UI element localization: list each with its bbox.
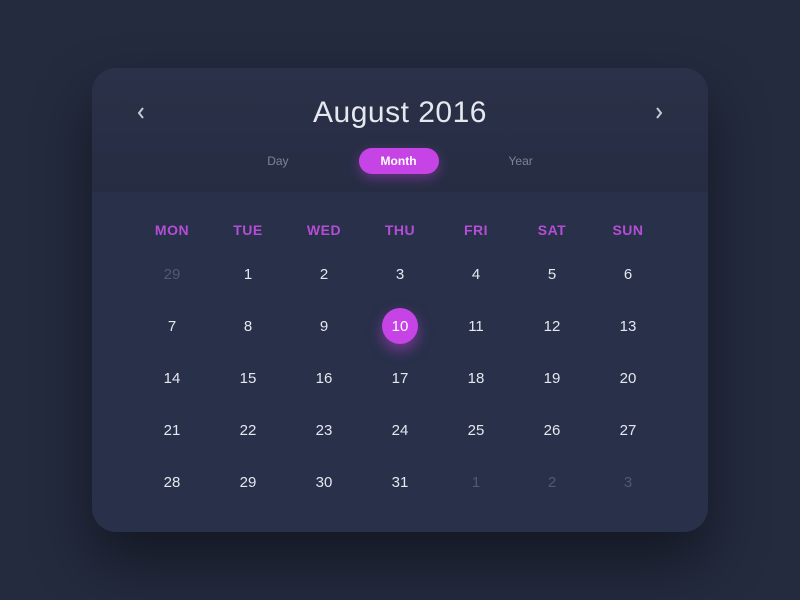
month-year-title: August 2016: [313, 96, 487, 130]
day-cell[interactable]: 30: [286, 466, 362, 498]
dayname: WED: [286, 222, 362, 238]
dayname: SUN: [590, 222, 666, 238]
day-cell[interactable]: 31: [362, 466, 438, 498]
day-cell[interactable]: 12: [514, 310, 590, 342]
day-cell[interactable]: 8: [210, 310, 286, 342]
day-cell[interactable]: 26: [514, 414, 590, 446]
day-cell[interactable]: 23: [286, 414, 362, 446]
day-cell[interactable]: 16: [286, 362, 362, 394]
tab-year[interactable]: Year: [509, 154, 533, 168]
next-month-button[interactable]: [650, 104, 668, 122]
title-row: August 2016: [132, 96, 668, 130]
dayname: MON: [134, 222, 210, 238]
calendar-card: August 2016 Day Month Year MONTUEWEDTHUFRI…: [92, 68, 708, 532]
day-cell[interactable]: 6: [590, 258, 666, 290]
day-cell[interactable]: 27: [590, 414, 666, 446]
day-cell[interactable]: 22: [210, 414, 286, 446]
day-cell[interactable]: 9: [286, 310, 362, 342]
prev-month-button[interactable]: [132, 104, 150, 122]
day-cell[interactable]: 1: [210, 258, 286, 290]
calendar-body: MONTUEWEDTHUFRISATSUN2912345678910111213…: [92, 192, 708, 532]
day-cell[interactable]: 11: [438, 310, 514, 342]
day-cell[interactable]: 7: [134, 310, 210, 342]
day-cell[interactable]: 19: [514, 362, 590, 394]
day-cell[interactable]: 25: [438, 414, 514, 446]
day-cell[interactable]: 3: [590, 466, 666, 498]
day-cell[interactable]: 4: [438, 258, 514, 290]
chevron-right-icon: [654, 106, 664, 120]
chevron-left-icon: [136, 106, 146, 120]
day-cell[interactable]: 29: [134, 258, 210, 290]
view-tabs: Day Month Year: [132, 148, 668, 174]
day-cell[interactable]: 17: [362, 362, 438, 394]
dayname: SAT: [514, 222, 590, 238]
day-cell[interactable]: 3: [362, 258, 438, 290]
day-cell[interactable]: 28: [134, 466, 210, 498]
dayname: TUE: [210, 222, 286, 238]
dayname: THU: [362, 222, 438, 238]
tab-day[interactable]: Day: [267, 154, 288, 168]
day-cell[interactable]: 15: [210, 362, 286, 394]
day-cell[interactable]: 24: [362, 414, 438, 446]
calendar-header: August 2016 Day Month Year: [92, 68, 708, 192]
day-cell[interactable]: 10: [362, 310, 438, 342]
day-cell[interactable]: 29: [210, 466, 286, 498]
day-cell[interactable]: 2: [286, 258, 362, 290]
day-cell[interactable]: 2: [514, 466, 590, 498]
day-cell[interactable]: 13: [590, 310, 666, 342]
tab-month[interactable]: Month: [359, 148, 439, 174]
day-cell[interactable]: 20: [590, 362, 666, 394]
day-cell[interactable]: 18: [438, 362, 514, 394]
calendar-grid: MONTUEWEDTHUFRISATSUN2912345678910111213…: [134, 222, 666, 498]
dayname: FRI: [438, 222, 514, 238]
day-cell[interactable]: 5: [514, 258, 590, 290]
day-cell[interactable]: 14: [134, 362, 210, 394]
day-cell[interactable]: 1: [438, 466, 514, 498]
day-cell[interactable]: 21: [134, 414, 210, 446]
